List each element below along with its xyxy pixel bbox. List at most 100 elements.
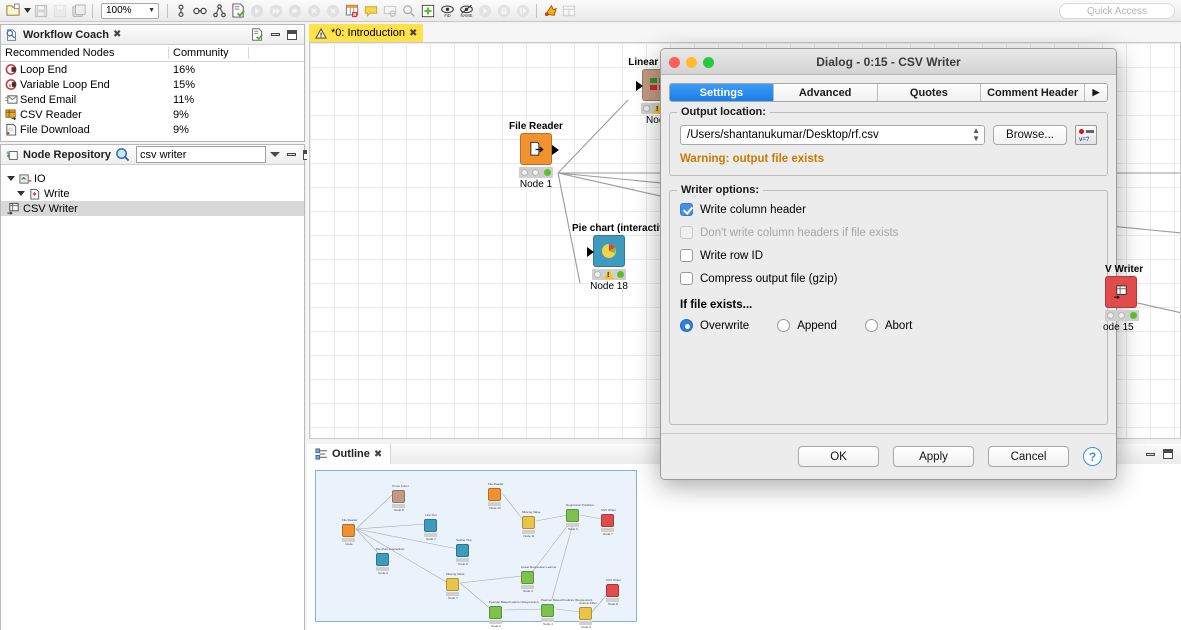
tab-comment-header[interactable]: Comment Header: [981, 84, 1085, 101]
minimize-panel-button[interactable]: [1146, 453, 1155, 456]
tree-item-write[interactable]: Write: [7, 186, 304, 201]
tab-settings[interactable]: Settings: [670, 84, 774, 101]
quick-access-field[interactable]: Quick Access: [1059, 3, 1175, 19]
chevron-right-icon[interactable]: ▶: [1085, 84, 1107, 101]
tree-item-io[interactable]: IO: [7, 171, 304, 186]
link-nodes-icon[interactable]: [191, 2, 209, 20]
help-icon[interactable]: ?: [1083, 447, 1102, 466]
checkbox-icon[interactable]: [680, 203, 693, 216]
node-input-port[interactable]: [636, 81, 643, 91]
view-menu-icon[interactable]: [270, 152, 280, 157]
zoom-level-combo[interactable]: 100% ▼: [101, 3, 159, 19]
close-button[interactable]: [669, 57, 680, 68]
configure-coach-icon[interactable]: [251, 28, 264, 41]
browse-button[interactable]: Browse...: [993, 125, 1067, 145]
close-icon[interactable]: ✖: [409, 28, 417, 39]
layout-icon: [560, 2, 578, 20]
pie-chart-icon[interactable]: [593, 235, 625, 267]
add-node-icon[interactable]: [419, 2, 437, 20]
minimize-panel-button[interactable]: [271, 33, 280, 36]
radio-icon[interactable]: [777, 319, 790, 332]
hide-node-name-icon[interactable]: NAME: [457, 2, 475, 20]
tree-item-csv-writer[interactable]: CSV Writer: [1, 201, 304, 216]
column-header-community[interactable]: Community: [169, 47, 249, 59]
output-path-value: /Users/shantanukumar/Desktop/rf.csv: [687, 129, 879, 141]
minimize-panel-button[interactable]: [287, 153, 296, 156]
repository-search-icon[interactable]: [115, 147, 130, 162]
io-folder-icon: [18, 173, 32, 185]
outline-tab[interactable]: Outline ✖: [307, 444, 391, 464]
radio-icon[interactable]: [865, 319, 878, 332]
outline-mini-node-label: Line Plot: [424, 514, 438, 518]
output-path-combo[interactable]: /Users/shantanukumar/Desktop/rf.csv ▲▼: [680, 125, 985, 145]
zoom-button[interactable]: [703, 57, 714, 68]
new-workflow-dropdown-icon[interactable]: [23, 2, 31, 20]
outline-mini-node-label: CSV Writer: [601, 509, 615, 513]
node-status-bar: [592, 269, 626, 280]
close-icon[interactable]: ✖: [113, 29, 121, 40]
meta-node-icon[interactable]: [172, 2, 190, 20]
table-row[interactable]: vVariable Loop End 15%: [1, 77, 304, 92]
chevron-down-icon[interactable]: [17, 191, 25, 196]
node-monitor-icon: [381, 2, 399, 20]
outline-mini-node-icon: [601, 514, 614, 527]
dialog-titlebar[interactable]: Dialog - 0:15 - CSV Writer: [661, 49, 1116, 75]
checkbox-write-column-header[interactable]: Write column header: [680, 203, 1097, 216]
radio-label: Overwrite: [700, 320, 749, 332]
editor-tab-introduction[interactable]: *0: Introduction ✖: [309, 24, 423, 42]
workflow-tree-icon[interactable]: [210, 2, 228, 20]
checkbox-icon[interactable]: [680, 249, 693, 262]
outline-mini-node-name: Node 8: [456, 562, 470, 566]
chevron-down-icon[interactable]: [7, 176, 15, 181]
stepper-icon[interactable]: ▲▼: [972, 127, 980, 143]
radio-icon[interactable]: [680, 319, 693, 332]
outline-thumbnail[interactable]: Cross JoinerNode 8File ReaderNodeLine Pl…: [315, 470, 637, 622]
radio-abort[interactable]: Abort: [865, 319, 913, 332]
show-node-id-icon[interactable]: #ID: [438, 2, 456, 20]
node-output-port[interactable]: [552, 145, 559, 155]
row-community: 9%: [169, 124, 249, 136]
apply-button[interactable]: Apply: [893, 446, 974, 467]
workflow-node-pie-chart[interactable]: Pie chart (interactive) Node 18: [572, 223, 646, 292]
workflow-node-csv-writer[interactable]: V Writer ode 15: [1101, 264, 1171, 333]
save-icon[interactable]: [32, 2, 50, 20]
csv-writer-dialog[interactable]: Dialog - 0:15 - CSV Writer Settings Adva…: [660, 48, 1117, 480]
node-repository-panel: Node Repository IO Write: [0, 144, 305, 630]
search-input[interactable]: [136, 146, 266, 163]
checkbox-compress-output[interactable]: Compress output file (gzip): [680, 272, 1097, 285]
maximize-panel-button[interactable]: [287, 30, 297, 40]
radio-append[interactable]: Append: [777, 319, 837, 332]
svg-text:NAME: NAME: [460, 12, 472, 17]
ok-button[interactable]: OK: [798, 446, 879, 467]
workflow-node-file-reader[interactable]: File Reader Node 1: [506, 121, 566, 190]
cancel-button[interactable]: Cancel: [988, 446, 1069, 467]
table-row[interactable]: Send Email 11%: [1, 92, 304, 107]
right-panel-controls: [1141, 444, 1181, 464]
reset-icon[interactable]: [343, 2, 361, 20]
tab-advanced[interactable]: Advanced: [774, 84, 878, 101]
maximize-panel-button[interactable]: [1163, 449, 1173, 459]
minimize-button[interactable]: [686, 57, 697, 68]
csv-writer-node-icon[interactable]: [1105, 276, 1137, 308]
checkbox-icon[interactable]: [680, 272, 693, 285]
table-row[interactable]: CSV Reader 9%: [1, 107, 304, 122]
outline-mini-node-icon: [521, 571, 534, 584]
table-row[interactable]: File Download 9%: [1, 122, 304, 137]
table-row-partial[interactable]: [1, 137, 304, 142]
radio-overwrite[interactable]: Overwrite: [680, 319, 749, 332]
column-header-recommended-nodes[interactable]: Recommended Nodes: [1, 47, 169, 59]
workflow-coach-icon[interactable]: [229, 2, 247, 20]
annotation-icon[interactable]: [362, 2, 380, 20]
file-reader-icon[interactable]: [520, 133, 552, 165]
knime-hub-icon[interactable]: [541, 2, 559, 20]
flow-variable-icon[interactable]: v=?: [1075, 125, 1097, 145]
checkbox-write-row-id[interactable]: Write row ID: [680, 249, 1097, 262]
send-email-icon: [4, 93, 18, 106]
checkbox-label: Don't write column headers if file exist…: [700, 227, 898, 239]
node-input-port[interactable]: [587, 247, 594, 257]
close-icon[interactable]: ✖: [374, 449, 382, 460]
table-row[interactable]: Loop End 16%: [1, 62, 304, 77]
new-workflow-icon[interactable]: [4, 2, 22, 20]
tab-quotes[interactable]: Quotes: [878, 84, 982, 101]
save-all-icon[interactable]: [70, 2, 88, 20]
